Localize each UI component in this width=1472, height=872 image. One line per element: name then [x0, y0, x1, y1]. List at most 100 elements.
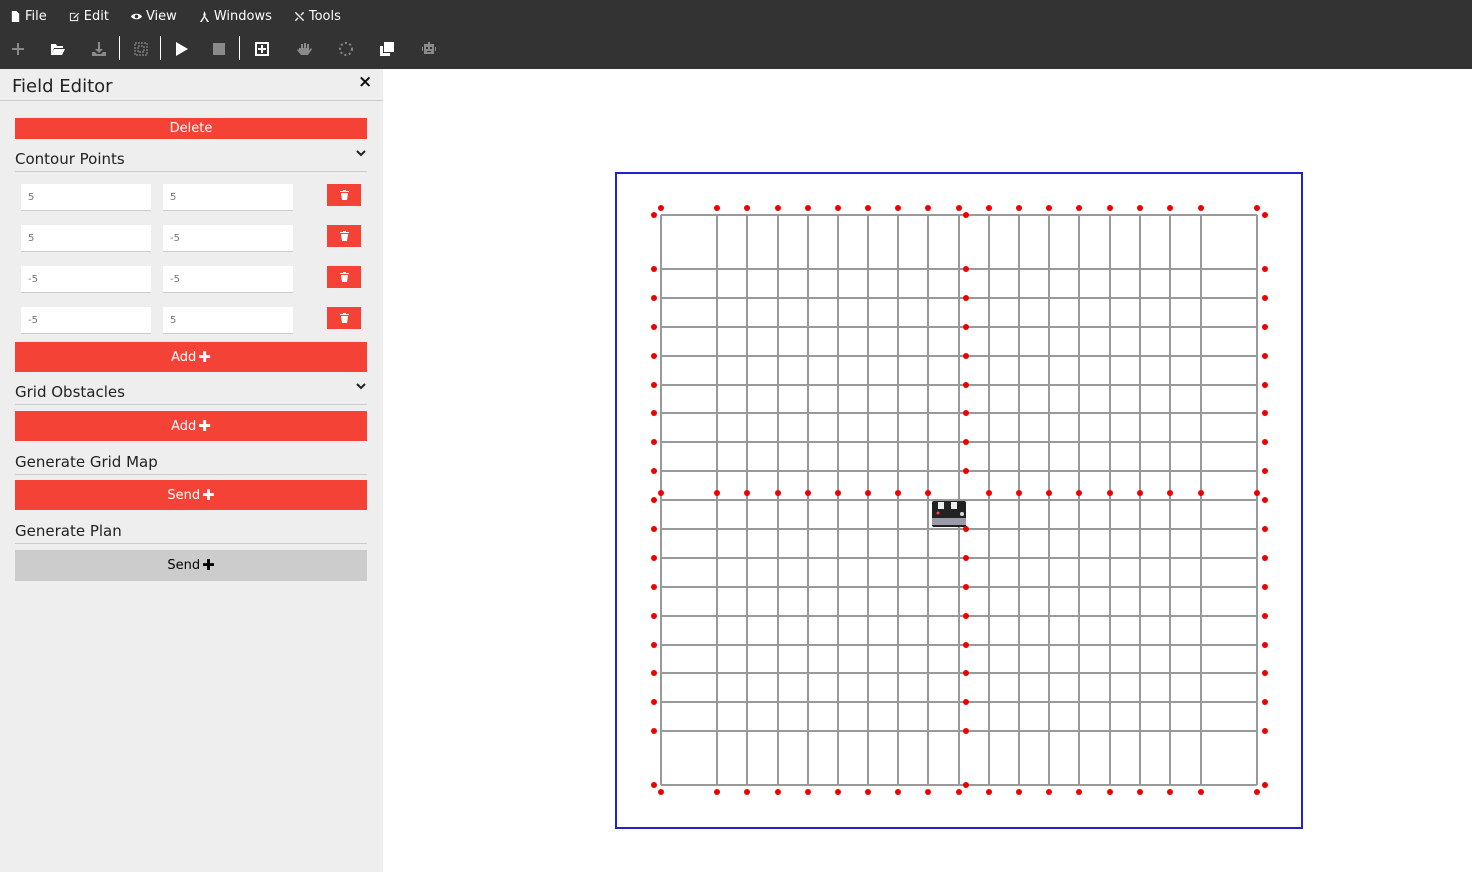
grid-point[interactable]	[1198, 205, 1204, 211]
copy-button[interactable]	[373, 36, 401, 62]
grid-point[interactable]	[1262, 212, 1268, 218]
grid-point[interactable]	[1262, 324, 1268, 330]
grid-point[interactable]	[744, 789, 750, 795]
grid-point[interactable]	[925, 490, 931, 496]
grid-point[interactable]	[658, 205, 664, 211]
grid-point[interactable]	[651, 584, 657, 590]
select-area-button[interactable]	[127, 36, 155, 62]
grid-point[interactable]	[1107, 205, 1113, 211]
grid-point[interactable]	[963, 642, 969, 648]
grid-point[interactable]	[865, 789, 871, 795]
grid-point[interactable]	[1262, 439, 1268, 445]
point-y-field[interactable]	[163, 307, 293, 334]
grid-point[interactable]	[1046, 789, 1052, 795]
grid-point[interactable]	[895, 789, 901, 795]
grid-point[interactable]	[963, 382, 969, 388]
robot-icon[interactable]	[932, 501, 966, 527]
menu-tools[interactable]: Tools	[284, 0, 353, 32]
grid-point[interactable]	[714, 205, 720, 211]
delete-point-button[interactable]	[327, 184, 361, 206]
menu-file[interactable]: File	[0, 0, 59, 32]
grid-point[interactable]	[1262, 497, 1268, 503]
grid-point[interactable]	[865, 490, 871, 496]
grid-point[interactable]	[651, 410, 657, 416]
grid-point[interactable]	[775, 490, 781, 496]
grid-point[interactable]	[651, 266, 657, 272]
grid-point[interactable]	[1137, 205, 1143, 211]
grid-point[interactable]	[651, 728, 657, 734]
grid-point[interactable]	[744, 490, 750, 496]
field-map[interactable]	[383, 69, 1472, 872]
grid-point[interactable]	[1167, 490, 1173, 496]
grid-point[interactable]	[963, 212, 969, 218]
grid-point[interactable]	[651, 324, 657, 330]
point-x-field[interactable]	[21, 266, 151, 293]
grid-point[interactable]	[1107, 490, 1113, 496]
grid-point[interactable]	[1016, 205, 1022, 211]
grid-point[interactable]	[963, 295, 969, 301]
grid-point[interactable]	[986, 490, 992, 496]
stop-button[interactable]	[205, 36, 233, 62]
grid-point[interactable]	[963, 410, 969, 416]
close-icon[interactable]: ×	[358, 74, 372, 91]
grid-point[interactable]	[1262, 468, 1268, 474]
grid-point[interactable]	[651, 699, 657, 705]
grid-point[interactable]	[651, 439, 657, 445]
grid-point[interactable]	[1046, 205, 1052, 211]
grid-point[interactable]	[1262, 613, 1268, 619]
grid-point[interactable]	[805, 789, 811, 795]
grid-point[interactable]	[1167, 205, 1173, 211]
delete-point-button[interactable]	[327, 225, 361, 247]
download-button[interactable]	[85, 36, 113, 62]
grid-point[interactable]	[963, 439, 969, 445]
chevron-down-icon[interactable]	[355, 380, 367, 392]
grid-point[interactable]	[1076, 490, 1082, 496]
grid-point[interactable]	[986, 205, 992, 211]
field-canvas[interactable]	[383, 69, 1472, 872]
grid-point[interactable]	[963, 728, 969, 734]
grid-point[interactable]	[714, 789, 720, 795]
grid-point[interactable]	[865, 205, 871, 211]
grid-point[interactable]	[1016, 490, 1022, 496]
grid-point[interactable]	[714, 490, 720, 496]
grid-point[interactable]	[963, 555, 969, 561]
grid-point[interactable]	[1262, 353, 1268, 359]
menu-windows[interactable]: Windows	[189, 0, 284, 32]
grid-point[interactable]	[963, 782, 969, 788]
grid-point[interactable]	[1076, 205, 1082, 211]
grid-point[interactable]	[1262, 782, 1268, 788]
grid-point[interactable]	[963, 613, 969, 619]
add-obstacle-button[interactable]: Add ✚	[15, 411, 367, 441]
grid-point[interactable]	[1254, 789, 1260, 795]
grid-point[interactable]	[651, 382, 657, 388]
grid-point[interactable]	[835, 490, 841, 496]
grid-point[interactable]	[651, 555, 657, 561]
grid-point[interactable]	[651, 295, 657, 301]
grid-point[interactable]	[835, 205, 841, 211]
grid-point[interactable]	[963, 670, 969, 676]
grid-point[interactable]	[1262, 382, 1268, 388]
send-grid-map-button[interactable]: Send ✚	[15, 480, 367, 510]
point-x-field[interactable]	[21, 225, 151, 252]
grid-point[interactable]	[963, 584, 969, 590]
menu-view[interactable]: View	[121, 0, 189, 32]
delete-point-button[interactable]	[327, 266, 361, 288]
grid-point[interactable]	[744, 205, 750, 211]
grid-obstacles-section[interactable]: Grid Obstacles	[15, 383, 367, 405]
grid-point[interactable]	[651, 526, 657, 532]
play-button[interactable]	[167, 36, 195, 62]
new-button[interactable]	[4, 36, 32, 62]
loading-button[interactable]	[332, 36, 360, 62]
grid-point[interactable]	[651, 468, 657, 474]
point-y-field[interactable]	[163, 266, 293, 293]
grid-point[interactable]	[956, 205, 962, 211]
grid-point[interactable]	[963, 699, 969, 705]
grid-point[interactable]	[651, 613, 657, 619]
add-point-button[interactable]: Add ✚	[15, 342, 367, 372]
grid-point[interactable]	[956, 789, 962, 795]
grid-point[interactable]	[963, 324, 969, 330]
grid-point[interactable]	[1262, 526, 1268, 532]
grid-point[interactable]	[1076, 789, 1082, 795]
grid-point[interactable]	[925, 789, 931, 795]
grid-point[interactable]	[775, 789, 781, 795]
